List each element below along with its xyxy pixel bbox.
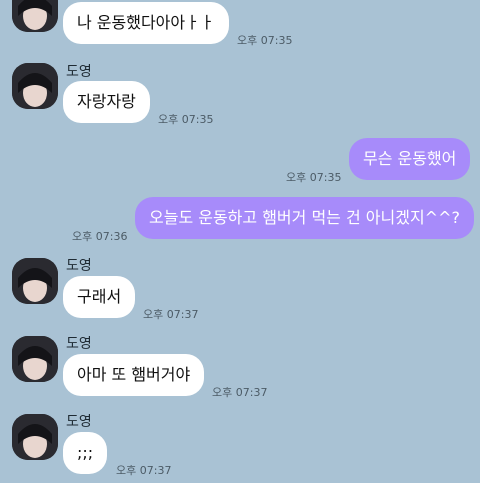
message-bubble[interactable]: 자랑자랑 [63, 81, 150, 123]
avatar[interactable] [12, 63, 58, 109]
avatar[interactable] [12, 414, 58, 460]
sender-name: 도영 [66, 258, 92, 274]
sender-name: 도영 [66, 64, 92, 80]
message-bubble[interactable]: 오늘도 운동하고 햄버거 먹는 건 아니겠지^^? [135, 197, 474, 239]
avatar[interactable] [12, 258, 58, 304]
message-bubble[interactable]: 아마 또 햄버거야 [63, 354, 205, 396]
message-time: 오후 07:36 [72, 230, 128, 243]
message-bubble[interactable]: 구래서 [63, 276, 136, 318]
message-bubble[interactable]: 무슨 운동했어 [349, 138, 471, 180]
message-time: 오후 07:35 [237, 34, 293, 47]
message-time: 오후 07:37 [143, 308, 199, 321]
message-bubble[interactable]: 나 운동했다아아ㅏㅏ [63, 2, 229, 44]
message-time: 오후 07:35 [158, 113, 214, 126]
avatar[interactable] [12, 336, 58, 382]
message-time: 오후 07:35 [286, 171, 342, 184]
message-bubble[interactable]: ;;; [63, 432, 108, 474]
sender-name: 도영 [66, 414, 92, 430]
avatar[interactable] [12, 0, 58, 32]
message-time: 오후 07:37 [212, 386, 268, 399]
sender-name: 도영 [66, 336, 92, 352]
message-time: 오후 07:37 [116, 464, 172, 477]
